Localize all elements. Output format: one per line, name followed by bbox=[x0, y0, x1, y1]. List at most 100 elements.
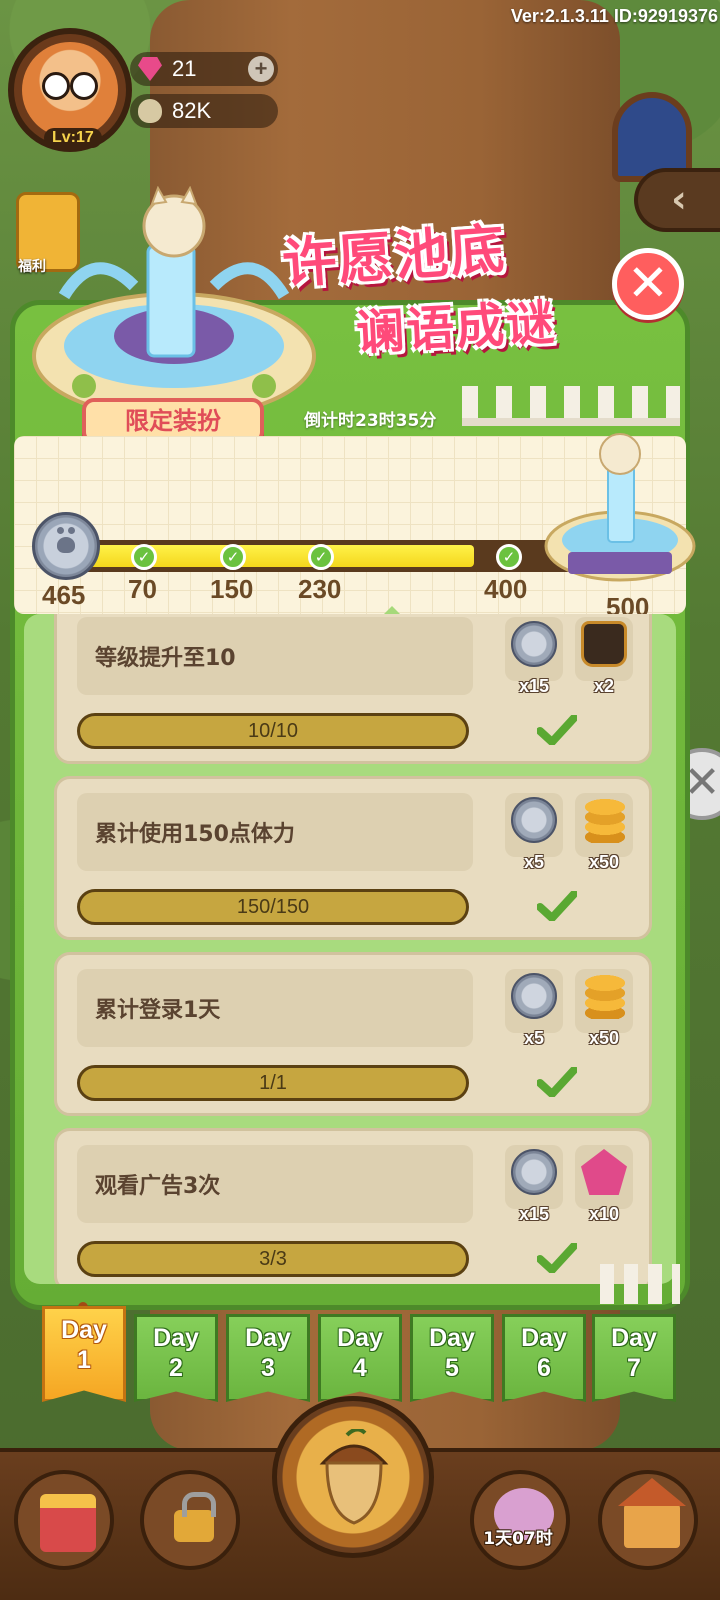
task-list[interactable]: 等级提升至10 x15 x2 10/10 累计使用150点体力 x5 x50 1… bbox=[24, 614, 676, 1284]
house-icon bbox=[618, 1478, 686, 1548]
day-tab-number: 4 bbox=[353, 1354, 367, 1382]
day-tab-3[interactable]: Day 3 bbox=[226, 1314, 310, 1402]
task-card: 累计登录1天 x5 x50 1/1 bbox=[54, 952, 652, 1116]
task-card: 累计使用150点体力 x5 x50 150/150 bbox=[54, 776, 652, 940]
gold-coins-icon bbox=[581, 797, 627, 843]
seed-icon bbox=[138, 99, 162, 123]
day-tab-number: 3 bbox=[261, 1354, 275, 1382]
completed-check-icon bbox=[537, 1067, 577, 1097]
reward-slot: x50 bbox=[575, 793, 633, 872]
milestone-label: 70 bbox=[128, 574, 157, 604]
gem-pile-icon bbox=[581, 1149, 627, 1195]
task-title: 等级提升至10 bbox=[77, 617, 473, 695]
reward-slot: x15 bbox=[505, 1145, 563, 1224]
day-tab-label: Day bbox=[61, 1316, 107, 1344]
completed-check-icon bbox=[537, 1243, 577, 1273]
reward-quantity: x2 bbox=[593, 676, 615, 696]
milestone-check-icon: ✓ bbox=[496, 544, 522, 570]
reward-slot: x5 bbox=[505, 969, 563, 1048]
completed-check-icon bbox=[537, 715, 577, 745]
day-tab-number: 1 bbox=[77, 1346, 91, 1374]
reward-quantity: x15 bbox=[518, 676, 550, 696]
day-tab-label: Day bbox=[521, 1324, 567, 1352]
milestone-label: 400 bbox=[484, 574, 528, 604]
shop-icon bbox=[40, 1494, 96, 1552]
acorn-icon bbox=[319, 1429, 389, 1525]
reward-quantity: x50 bbox=[588, 852, 620, 872]
day-tab-number: 5 bbox=[445, 1354, 459, 1382]
countdown-timer: 倒计时23时35分 bbox=[304, 411, 437, 431]
milestone-label: 150 bbox=[210, 574, 254, 604]
nav-timer-label: 1天07时 bbox=[483, 1529, 553, 1549]
add-gems-button[interactable]: + bbox=[248, 56, 274, 82]
task-progress-bar: 3/3 bbox=[77, 1241, 469, 1277]
day-tab-label: Day bbox=[429, 1324, 475, 1352]
paw-coin-icon bbox=[511, 1149, 557, 1195]
nav-shop-button[interactable] bbox=[14, 1470, 114, 1570]
gem-counter: 21 + bbox=[130, 52, 278, 86]
nav-tree-button[interactable] bbox=[470, 1470, 570, 1570]
level-badge: Lv:17 bbox=[44, 128, 102, 148]
event-title-line2: 谰语成谜 bbox=[354, 294, 558, 362]
gem-value: 21 bbox=[172, 56, 197, 81]
reward-slot: x50 bbox=[575, 969, 633, 1048]
milestone-check-icon: ✓ bbox=[131, 544, 157, 570]
final-reward-fountain-icon[interactable] bbox=[540, 426, 700, 594]
day-tab-6[interactable]: Day 6 bbox=[502, 1314, 586, 1402]
day-tab-label: Day bbox=[611, 1324, 657, 1352]
task-title: 累计登录1天 bbox=[77, 969, 473, 1047]
task-title: 累计使用150点体力 bbox=[77, 793, 473, 871]
progress-current-value: 465 bbox=[42, 580, 86, 610]
day-tab-label: Day bbox=[245, 1324, 291, 1352]
task-progress-bar: 1/1 bbox=[77, 1065, 469, 1101]
nav-home-button[interactable] bbox=[598, 1470, 698, 1570]
day-tab-5[interactable]: Day 5 bbox=[410, 1314, 494, 1402]
reward-quantity: x10 bbox=[588, 1204, 620, 1224]
progress-fill bbox=[64, 545, 474, 567]
reward-slot: x2 bbox=[575, 617, 633, 696]
day-tab-number: 6 bbox=[537, 1354, 551, 1382]
milestone-label: 230 bbox=[298, 574, 342, 604]
reward-slot: x10 bbox=[575, 1145, 633, 1224]
reward-slot: x15 bbox=[505, 617, 563, 696]
task-progress-bar: 150/150 bbox=[77, 889, 469, 925]
day-tab-7[interactable]: Day 7 bbox=[592, 1314, 676, 1402]
fence-decoration bbox=[600, 1264, 680, 1304]
acorn-main-button[interactable] bbox=[272, 1396, 434, 1558]
day-tab-number: 7 bbox=[627, 1354, 641, 1382]
gem-icon bbox=[138, 57, 162, 81]
lock-icon bbox=[174, 1492, 216, 1542]
reward-quantity: x50 bbox=[588, 1028, 620, 1048]
task-card: 观看广告3次 x15 x10 3/3 bbox=[54, 1128, 652, 1284]
task-progress-bar: 10/10 bbox=[77, 713, 469, 749]
close-button[interactable]: ✕ bbox=[612, 248, 684, 320]
side-menu-toggle-button[interactable]: ‹ bbox=[634, 168, 720, 232]
gold-coins-icon bbox=[581, 973, 627, 1019]
milestone-check-icon: ✓ bbox=[220, 544, 246, 570]
day-tab-2[interactable]: Day 2 bbox=[134, 1314, 218, 1402]
seed-value: 82K bbox=[172, 98, 212, 123]
seed-counter: 82K bbox=[130, 94, 278, 128]
reward-slot: x5 bbox=[505, 793, 563, 872]
reward-quantity: x5 bbox=[523, 1028, 545, 1048]
day-tab-label: Day bbox=[337, 1324, 383, 1352]
day-tab-4[interactable]: Day 4 bbox=[318, 1314, 402, 1402]
nav-locked-button[interactable] bbox=[140, 1470, 240, 1570]
day-tab-number: 2 bbox=[169, 1354, 183, 1382]
reward-quantity: x15 bbox=[518, 1204, 550, 1224]
reward-quantity: x5 bbox=[523, 852, 545, 872]
milestone-check-icon: ✓ bbox=[308, 544, 334, 570]
paw-coin-icon bbox=[32, 512, 100, 580]
completed-check-icon bbox=[537, 891, 577, 921]
paw-coin-icon bbox=[511, 797, 557, 843]
paw-coin-icon bbox=[511, 621, 557, 667]
bag-icon bbox=[581, 621, 627, 667]
event-title-line1: 许愿池底 bbox=[280, 217, 509, 296]
paw-coin-icon bbox=[511, 973, 557, 1019]
task-card: 等级提升至10 x15 x2 10/10 bbox=[54, 614, 652, 764]
task-title: 观看广告3次 bbox=[77, 1145, 473, 1223]
fox-avatar-icon bbox=[22, 42, 118, 138]
day-tab-1[interactable]: Day 1 bbox=[42, 1306, 126, 1402]
day-tab-label: Day bbox=[153, 1324, 199, 1352]
version-text: Ver:2.1.3.11 ID:92919376 bbox=[510, 6, 718, 26]
